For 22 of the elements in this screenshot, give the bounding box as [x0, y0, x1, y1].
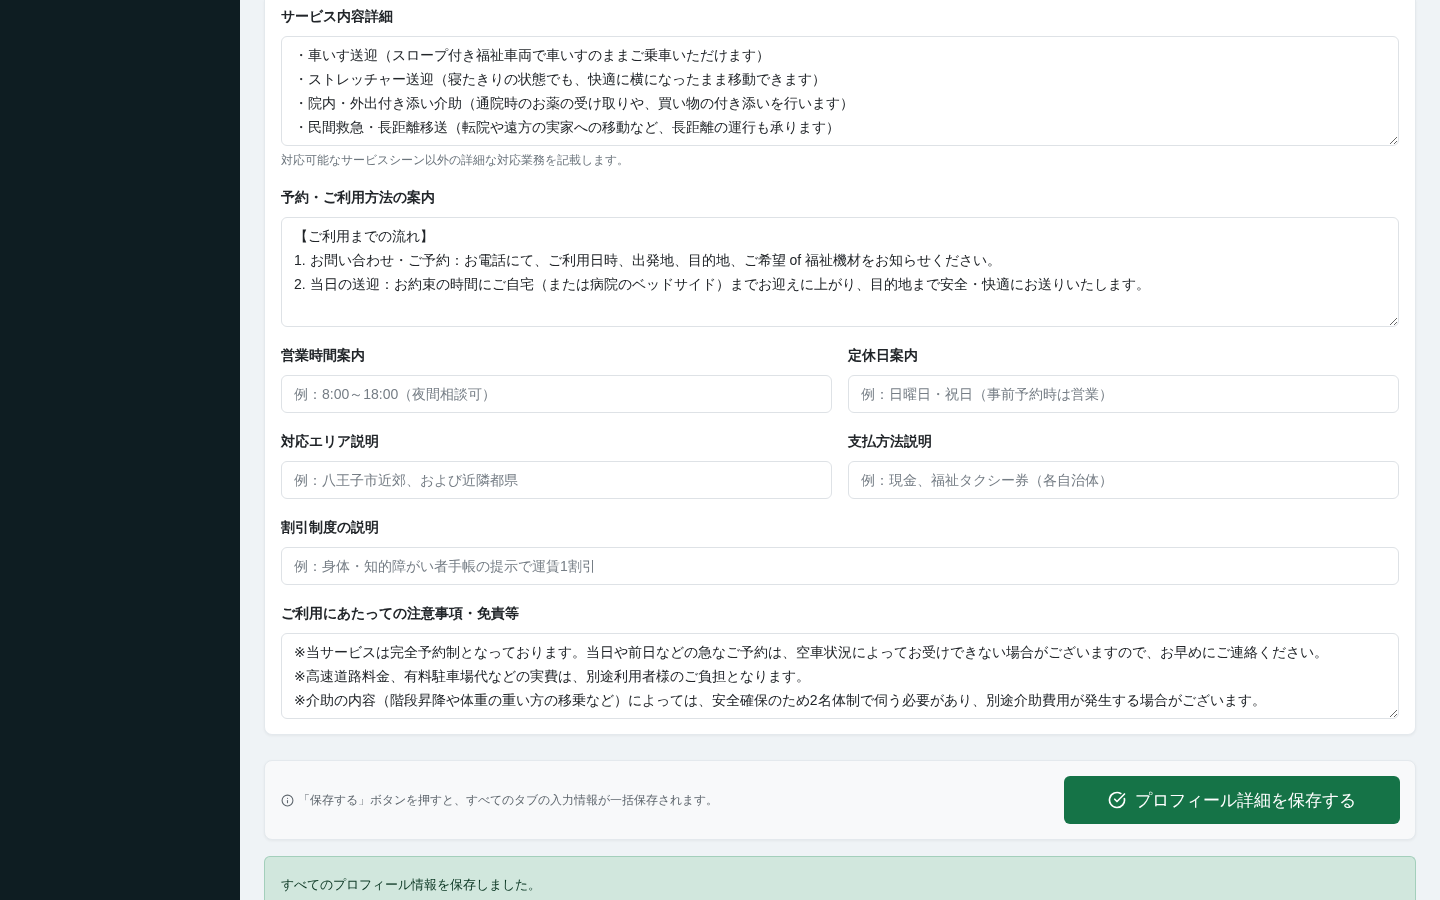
- alert-message: すべてのプロフィール情報を保存しました。: [281, 876, 541, 894]
- textarea-field[interactable]: ・車いす送迎（スロープ付き福祉車両で車いすのままご乗車いただけます） ・ストレッチャー送迎（寝たきりの状態でも、快適に横になったまま移動できます） ・院内・外出付き添い介助（通院時のお薬の受け取りや、買い物の付き添いを行います） ・民間救急・長距離移送（転院や遠方の実家への移動など、長距離の運行も承ります）: [281, 36, 1399, 146]
- text-input[interactable]: 例：身体・知的障がい者手帳の提示で運賃1割引: [281, 547, 1399, 585]
- field-label: 対応エリア説明: [281, 432, 380, 451]
- textarea-field[interactable]: 【ご利用までの流れ】 1. お問い合わせ・ご予約：お電話にて、ご利用日時、出発地、目的地、ご希望 of 福祉機材をお知らせください。 2. 当日の送迎：お約束の時間にご自宅（または病院のベッドサイド）までお迎えに上がり、目的地まで安全・快適にお送りいたします。: [281, 217, 1399, 327]
- textarea-field[interactable]: ※当サービスは完全予約制となっております。当日や前日などの急なご予約は、空車状況によってお受けできない場合がございますので、お早めにご連絡ください。 ※高速道路料金、有料駐車場代などの実費は、別途利用者様のご負担となります。 ※介助の内容（階段昇降や体重の重い方の移乗など）によっては、安全確保のため2名体制で伺う必要があり、別途介助費用が発生する場合がございます。: [281, 633, 1399, 719]
- field-label: サービス内容詳細: [281, 7, 394, 26]
- field-label: 予約・ご利用方法の案内: [281, 188, 436, 207]
- text-input[interactable]: 例：日曜日・祝日（事前予約時は営業）: [848, 375, 1399, 413]
- save-note: 「保存する」ボタンを押すと、すべてのタブの入力情報が一括保存されます。: [298, 792, 718, 809]
- check-circle-icon: [1108, 791, 1126, 809]
- help-text: 対応可能なサービスシーン以外の詳細な対応業務を記載します。: [281, 152, 630, 169]
- text-input[interactable]: 例：八王子市近郊、および近隣都県: [281, 461, 832, 499]
- field-label: 営業時間案内: [281, 346, 366, 365]
- text-input[interactable]: 例：8:00～18:00（夜間相談可）: [281, 375, 832, 413]
- save-button[interactable]: プロフィール詳細を保存する: [1064, 776, 1400, 824]
- info-icon: [281, 793, 294, 807]
- field-label: 支払方法説明: [848, 432, 933, 451]
- field-label: ご利用にあたっての注意事項・免責等: [281, 604, 520, 623]
- field-label: 定休日案内: [848, 346, 919, 365]
- field-label: 割引制度の説明: [281, 518, 380, 537]
- text-input[interactable]: 例：現金、福祉タクシー券（各自治体）: [848, 461, 1399, 499]
